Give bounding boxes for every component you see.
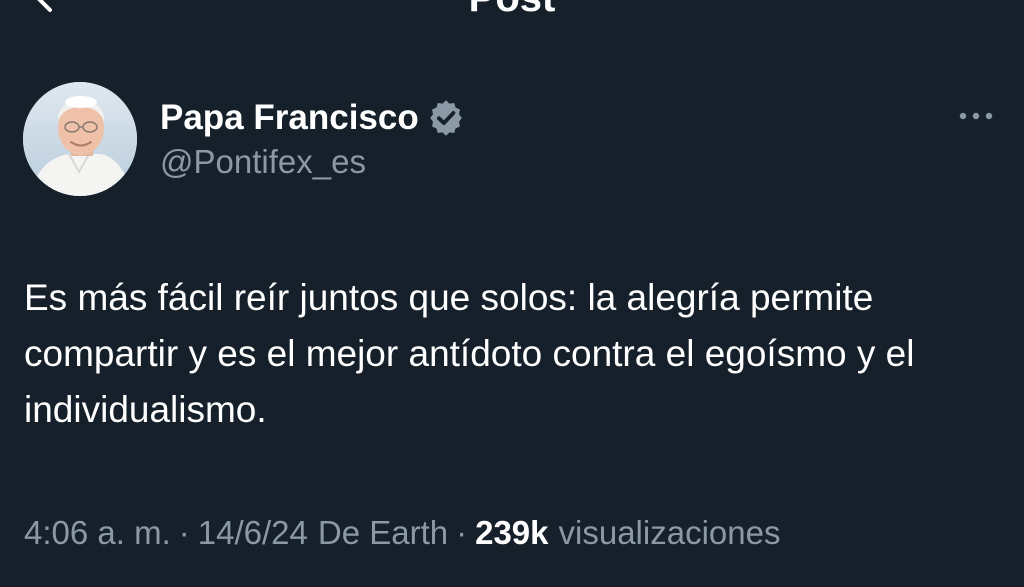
page-title: Post xyxy=(0,0,1024,22)
post-source: De Earth xyxy=(317,514,449,551)
verified-badge-icon[interactable] xyxy=(427,99,465,137)
views-count[interactable]: 239k xyxy=(475,514,548,552)
post-date[interactable]: 14/6/24 xyxy=(198,514,308,552)
post-meta: 4:06 a. m. · 14/6/24 De Earth · 239k vis… xyxy=(24,510,780,556)
meta-separator: · xyxy=(456,514,468,551)
more-options-icon[interactable] xyxy=(952,104,1000,128)
author-name[interactable]: Papa Francisco xyxy=(160,98,419,138)
author-handle[interactable]: @Pontifex_es xyxy=(160,143,366,181)
post-time[interactable]: 4:06 a. m. xyxy=(24,514,171,552)
author-name-row[interactable]: Papa Francisco xyxy=(160,96,465,140)
meta-separator: · xyxy=(178,514,190,551)
post-text: Es más fácil reír juntos que solos: la a… xyxy=(24,277,915,430)
top-bar: Post xyxy=(0,0,1024,40)
avatar[interactable] xyxy=(23,82,137,196)
views-label[interactable]: visualizaciones xyxy=(559,514,781,552)
